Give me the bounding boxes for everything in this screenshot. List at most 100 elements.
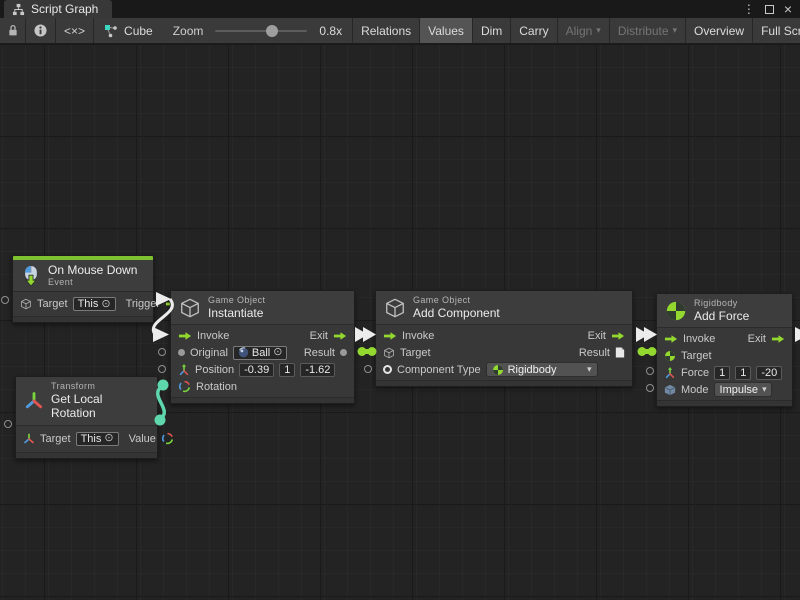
carry-button[interactable]: Carry [511, 18, 557, 43]
node-footer [13, 316, 153, 322]
node-rows: Invoke Exit Target Result [376, 325, 632, 380]
rigidbody-icon [492, 364, 504, 376]
flow-out-arrow-icon[interactable] [611, 331, 625, 341]
node-header[interactable]: Game Object Add Component [376, 291, 632, 325]
position-z-field[interactable]: -1.62 [300, 363, 335, 377]
flow-in-arrow-icon[interactable] [664, 334, 678, 344]
relations-button[interactable]: Relations [353, 18, 420, 43]
node-rows: Invoke Exit Original Ball ⊙ [171, 325, 354, 397]
rotation-icon [161, 432, 174, 445]
input-port-component-type[interactable] [364, 365, 372, 373]
port-row-mode: Mode Impulse ▾ [657, 381, 792, 398]
value-port-dot-rotation[interactable] [158, 380, 169, 391]
input-port-target[interactable] [4, 420, 12, 428]
target-object-field[interactable]: This ⊙ [76, 432, 119, 446]
overview-button[interactable]: Overview [686, 18, 753, 43]
mode-label: Mode [681, 384, 709, 396]
input-port-force[interactable] [646, 367, 654, 375]
value-link-dot[interactable] [638, 347, 647, 356]
info-button[interactable] [26, 18, 56, 43]
flow-port-arrowhead[interactable] [153, 327, 169, 342]
object-picker-icon[interactable]: ⊙ [273, 347, 282, 358]
gameobject-icon [383, 347, 395, 359]
node-header[interactable]: Game Object Instantiate [171, 291, 354, 325]
node-on-mouse-down[interactable]: On Mouse Down Event Target This ⊙ Trigge… [12, 255, 154, 323]
mouse-icon [21, 265, 41, 287]
target-label: Target [37, 298, 68, 310]
node-add-component[interactable]: Game Object Add Component Invoke Exit [375, 290, 633, 387]
window-menu-icon[interactable]: ⋮ [743, 3, 755, 15]
node-add-force[interactable]: Rigidbody Add Force Invoke Exit [656, 293, 793, 407]
mode-dropdown[interactable]: Impulse ▾ [714, 382, 772, 397]
node-title: Instantiate [208, 306, 265, 320]
node-title: On Mouse Down [48, 263, 137, 277]
type-port-icon[interactable] [383, 365, 392, 374]
graph-canvas[interactable]: On Mouse Down Event Target This ⊙ Trigge… [0, 44, 800, 600]
lock-icon [7, 24, 19, 37]
chevron-down-icon: ▾ [673, 25, 678, 36]
force-label: Force [681, 367, 709, 379]
script-graph-window: Script Graph ⋮ × <×> Cube Zoo [0, 0, 800, 600]
node-footer [16, 452, 157, 458]
object-picker-icon[interactable]: ⊙ [104, 433, 113, 444]
values-button[interactable]: Values [420, 18, 473, 43]
exit-label: Exit [588, 330, 606, 342]
code-preview-button[interactable]: <×> [56, 18, 94, 43]
input-port-mode[interactable] [646, 384, 654, 392]
input-port-target[interactable] [1, 296, 9, 304]
window-close-icon[interactable]: × [784, 2, 792, 16]
node-header[interactable]: Transform Get Local Rotation [16, 377, 157, 426]
node-instantiate[interactable]: Game Object Instantiate Invoke Exit [170, 290, 355, 404]
value-port-dot[interactable] [178, 349, 185, 356]
value-link-dot[interactable] [358, 347, 367, 356]
component-type-label: Component Type [397, 364, 481, 376]
enum-icon [664, 384, 676, 396]
dim-button[interactable]: Dim [473, 18, 511, 43]
invoke-label: Invoke [683, 333, 715, 345]
force-y-field[interactable]: 1 [735, 366, 751, 380]
tab-script-graph[interactable]: Script Graph [4, 0, 112, 18]
align-dropdown[interactable]: Align▾ [558, 18, 610, 43]
port-row-target-value: Target This ⊙ Value [16, 428, 157, 450]
script-graph-icon [12, 3, 25, 16]
node-category: Rigidbody [694, 298, 749, 309]
node-header[interactable]: Rigidbody Add Force [657, 294, 792, 328]
input-port-position[interactable] [158, 365, 166, 373]
node-header[interactable]: On Mouse Down Event [13, 260, 153, 292]
fullscreen-button[interactable]: Full Screen [753, 18, 800, 43]
zoom-slider-knob[interactable] [266, 25, 278, 37]
lock-button[interactable] [0, 18, 26, 43]
force-x-field[interactable]: 1 [714, 366, 730, 380]
value-port-dot[interactable] [340, 349, 347, 356]
flow-out-arrow-icon[interactable] [333, 331, 347, 341]
flow-out-arrow-icon[interactable] [771, 334, 785, 344]
flow-link-arrowhead[interactable] [636, 327, 649, 342]
port-row-rotation: Rotation [171, 378, 354, 395]
title-bar: Script Graph ⋮ × [0, 0, 800, 18]
node-rows: Target This ⊙ Trigger [13, 292, 153, 316]
object-picker-icon[interactable]: ⊙ [101, 299, 110, 310]
node-category: Game Object [413, 295, 500, 306]
flow-in-arrow-icon[interactable] [178, 331, 192, 341]
position-y-field[interactable]: 1 [279, 363, 295, 377]
port-row-invoke-exit: Invoke Exit [657, 330, 792, 347]
document-icon[interactable] [615, 346, 625, 359]
wire-rotation-value[interactable] [158, 386, 165, 419]
force-z-field[interactable]: -20 [756, 366, 782, 380]
node-get-local-rotation[interactable]: Transform Get Local Rotation Target This… [15, 376, 158, 459]
flow-link-arrowhead[interactable] [355, 327, 368, 342]
zoom-slider[interactable] [215, 30, 307, 32]
target-value: This [81, 433, 102, 445]
position-x-field[interactable]: -0.39 [239, 363, 274, 377]
window-maximize-icon[interactable] [765, 5, 774, 14]
rotation-label: Rotation [196, 381, 237, 393]
distribute-dropdown[interactable]: Distribute▾ [610, 18, 686, 43]
flow-port-arrowhead[interactable] [795, 327, 800, 342]
target-object-field[interactable]: This ⊙ [73, 297, 116, 311]
input-port-original[interactable] [158, 348, 166, 356]
flow-in-arrow-icon[interactable] [383, 331, 397, 341]
original-object-field[interactable]: Ball ⊙ [233, 346, 288, 360]
component-type-dropdown[interactable]: Rigidbody ▾ [486, 362, 598, 377]
chevron-down-icon: ▾ [587, 364, 592, 375]
node-footer [376, 380, 632, 386]
